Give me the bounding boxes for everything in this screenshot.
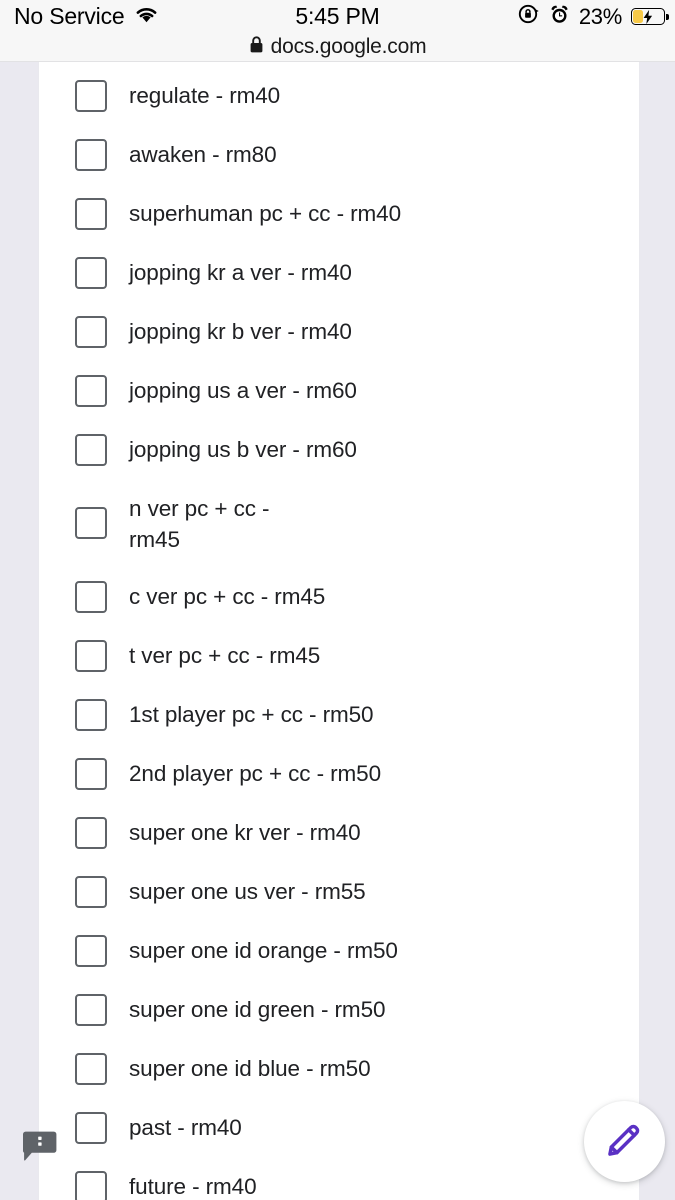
checklist-item[interactable]: past - rm40	[39, 1106, 639, 1165]
checkbox-icon[interactable]	[75, 640, 107, 672]
checklist-item[interactable]: regulate - rm40	[39, 74, 639, 133]
status-bar-right: 23%	[518, 3, 669, 30]
checkbox-icon[interactable]	[75, 316, 107, 348]
checklist-item[interactable]: super one id blue - rm50	[39, 1047, 639, 1106]
checkbox-icon[interactable]	[75, 257, 107, 289]
checklist-item-label: awaken - rm80	[129, 142, 277, 167]
checkbox-icon[interactable]	[75, 80, 107, 112]
checklist-item-label: jopping kr b ver - rm40	[129, 319, 352, 344]
battery-percent-label: 23%	[578, 3, 622, 29]
checklist-item-label: super one kr ver - rm40	[129, 820, 361, 845]
checklist-item-label: jopping us a ver - rm60	[129, 378, 357, 403]
checklist-item[interactable]: n ver pc + cc - rm45	[39, 487, 639, 575]
checklist-item-label: super one us ver - rm55	[129, 879, 366, 904]
checklist-item-label: n ver pc + cc - rm45	[129, 496, 270, 552]
checklist-item-label: superhuman pc + cc - rm40	[129, 201, 401, 226]
checklist-item-label: t ver pc + cc - rm45	[129, 643, 321, 668]
comment-badge-icon[interactable]	[21, 1131, 59, 1162]
checkbox-icon[interactable]	[75, 935, 107, 967]
checklist-item[interactable]: jopping us b ver - rm60	[39, 428, 639, 487]
checklist-item-label: super one id green - rm50	[129, 997, 386, 1022]
checklist-item[interactable]: super one id green - rm50	[39, 988, 639, 1047]
checkbox-icon[interactable]	[75, 994, 107, 1026]
checkbox-icon[interactable]	[75, 876, 107, 908]
checklist-item[interactable]: jopping us a ver - rm60	[39, 369, 639, 428]
checklist-item[interactable]: t ver pc + cc - rm45	[39, 634, 639, 693]
browser-url-bar[interactable]: docs.google.com	[0, 33, 675, 62]
lock-icon	[249, 35, 264, 59]
checklist-item[interactable]: c ver pc + cc - rm45	[39, 575, 639, 634]
phone-screen: No Service 5:45 PM 23% docs.google.com r…	[0, 0, 675, 1200]
rotation-lock-icon	[518, 3, 540, 30]
checklist-item[interactable]: super one us ver - rm55	[39, 870, 639, 929]
pencil-edit-icon	[604, 1118, 646, 1165]
checkbox-icon[interactable]	[75, 139, 107, 171]
checklist-item-label: regulate - rm40	[129, 83, 281, 108]
checklist-item[interactable]: jopping kr b ver - rm40	[39, 310, 639, 369]
battery-charging-icon	[631, 8, 669, 25]
checkbox-icon[interactable]	[75, 699, 107, 731]
checklist: regulate - rm40 awaken - rm80 superhuman p…	[39, 62, 639, 1200]
checklist-item[interactable]: 2nd player pc + cc - rm50	[39, 752, 639, 811]
checklist-item[interactable]: 1st player pc + cc - rm50	[39, 693, 639, 752]
checklist-item[interactable]: jopping kr a ver - rm40	[39, 251, 639, 310]
url-label: docs.google.com	[270, 35, 427, 58]
checkbox-icon[interactable]	[75, 581, 107, 613]
checkbox-icon[interactable]	[75, 817, 107, 849]
checkbox-icon[interactable]	[75, 375, 107, 407]
checkbox-icon[interactable]	[75, 434, 107, 466]
checkbox-icon[interactable]	[75, 507, 107, 539]
checklist-item[interactable]: future - rm40	[39, 1165, 639, 1200]
google-docs-page: regulate - rm40 awaken - rm80 superhuman p…	[38, 62, 640, 1200]
checklist-item-label: jopping us b ver - rm60	[129, 437, 357, 462]
alarm-clock-icon	[549, 4, 570, 30]
checkbox-icon[interactable]	[75, 1171, 107, 1200]
document-viewport[interactable]: regulate - rm40 awaken - rm80 superhuman p…	[0, 62, 675, 1200]
checklist-item-label: 2nd player pc + cc - rm50	[129, 761, 381, 786]
checklist-item-label: jopping kr a ver - rm40	[129, 260, 352, 285]
checklist-item[interactable]: super one id orange - rm50	[39, 929, 639, 988]
checklist-item-label: past - rm40	[129, 1115, 242, 1140]
ios-status-bar: No Service 5:45 PM 23%	[0, 0, 675, 33]
checklist-item[interactable]: super one kr ver - rm40	[39, 811, 639, 870]
checklist-item[interactable]: superhuman pc + cc - rm40	[39, 192, 639, 251]
checklist-item-label: super one id orange - rm50	[129, 938, 398, 963]
checkbox-icon[interactable]	[75, 1053, 107, 1085]
checkbox-icon[interactable]	[75, 198, 107, 230]
checklist-item-label: future - rm40	[129, 1174, 257, 1199]
checkbox-icon[interactable]	[75, 758, 107, 790]
checklist-item[interactable]: awaken - rm80	[39, 133, 639, 192]
checklist-item-label: 1st player pc + cc - rm50	[129, 702, 374, 727]
checklist-item-label: c ver pc + cc - rm45	[129, 584, 326, 609]
checklist-item-label: super one id blue - rm50	[129, 1056, 371, 1081]
edit-fab-button[interactable]	[584, 1101, 665, 1182]
checkbox-icon[interactable]	[75, 1112, 107, 1144]
